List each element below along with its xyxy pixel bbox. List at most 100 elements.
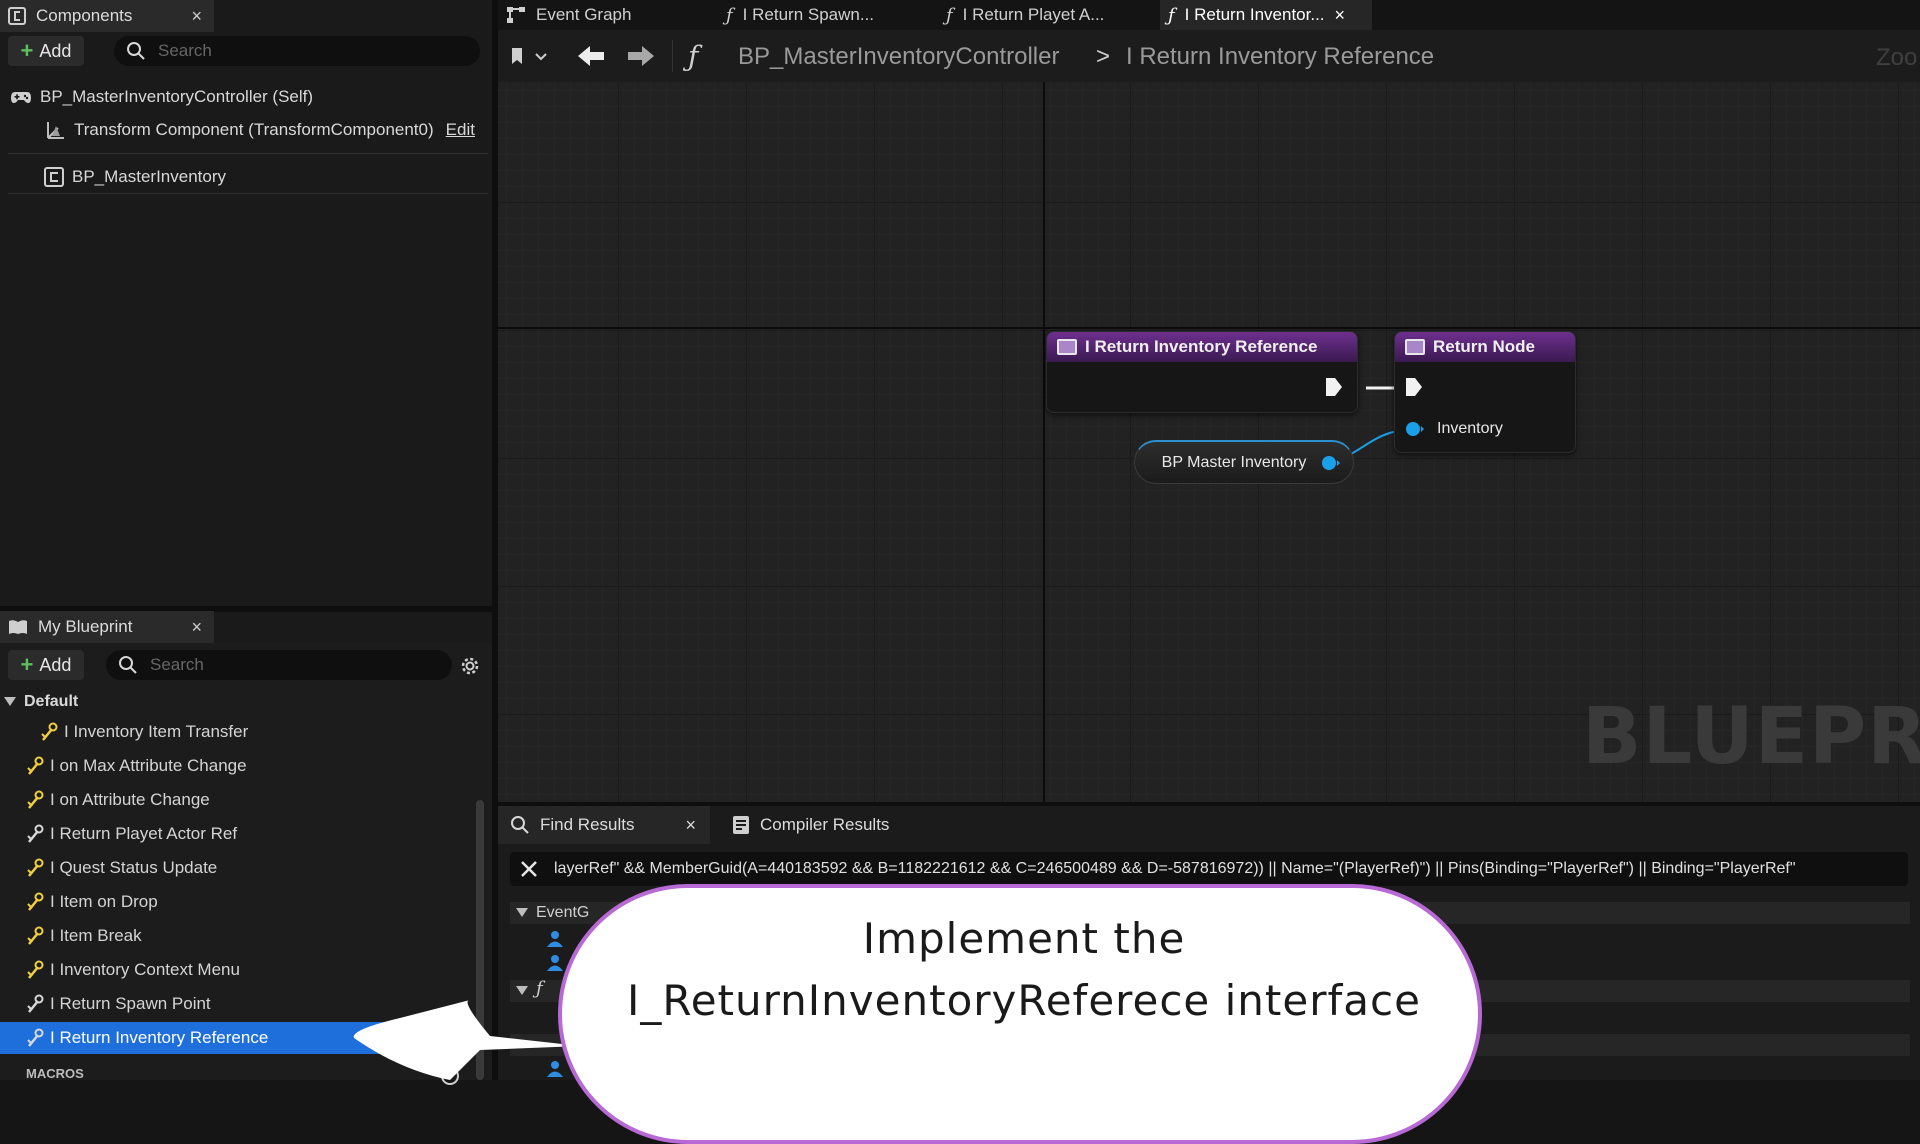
- section-macros[interactable]: MACROS: [26, 1066, 84, 1081]
- search-icon: [126, 41, 146, 61]
- book-icon: [8, 619, 28, 635]
- tab-components[interactable]: Components ×: [0, 0, 214, 32]
- interface-function-icon: [26, 790, 44, 810]
- interface-function-icon: [26, 892, 44, 912]
- interface-item-label: I Return Spawn Point: [50, 994, 211, 1013]
- section-default-label: Default: [24, 693, 79, 710]
- tutorial-callout: Implement the I_ReturnInventoryReferece …: [558, 884, 1482, 1144]
- search-placeholder: Search: [150, 655, 204, 674]
- interface-item-label: I on Attribute Change: [50, 790, 210, 809]
- find-filter-input[interactable]: layerRef" && MemberGuid(A=440183592 && B…: [510, 852, 1908, 886]
- interface-item[interactable]: I Quest Status Update: [0, 852, 470, 884]
- tab-label: I Return Spawn...: [742, 5, 875, 24]
- tab-find-results[interactable]: Find Results ×: [498, 806, 710, 844]
- component-child-label: BP_MasterInventory: [72, 167, 227, 186]
- components-search-input[interactable]: Search: [114, 36, 480, 66]
- function-entry-node[interactable]: I Return Inventory Reference: [1046, 331, 1358, 413]
- tab-compiler-results[interactable]: Compiler Results: [720, 806, 920, 844]
- close-icon[interactable]: ×: [685, 815, 696, 836]
- interface-item-label: I Return Inventory Reference: [50, 1028, 269, 1047]
- tab-label: Event Graph: [536, 5, 632, 24]
- triangle-down-icon: [516, 908, 528, 918]
- blueprint-watermark: BLUEPRIN: [1582, 692, 1920, 782]
- section-default[interactable]: Default: [4, 686, 78, 718]
- component-child[interactable]: BP_MasterInventory: [44, 161, 226, 193]
- tab-components-label: Components: [36, 6, 133, 25]
- tab-event-graph[interactable]: Event Graph: [498, 0, 698, 30]
- interface-item[interactable]: I Inventory Context Menu: [0, 954, 470, 986]
- return-node[interactable]: Return Node Inventory: [1394, 331, 1576, 453]
- function-node-icon: [1405, 339, 1425, 355]
- breadcrumb-root[interactable]: BP_MasterInventoryController: [738, 43, 1059, 71]
- gamepad-icon: [10, 89, 32, 105]
- tab-return-playet[interactable]: ƒ I Return Playet A...: [938, 0, 1138, 30]
- object-in-pin[interactable]: [1405, 421, 1425, 437]
- interface-item-label: I Item Break: [50, 926, 142, 945]
- tab-return-spawn[interactable]: ƒ I Return Spawn...: [718, 0, 918, 30]
- return-node-title: Return Node: [1433, 337, 1535, 356]
- object-out-pin[interactable]: [1321, 455, 1341, 471]
- exec-in-pin[interactable]: [1405, 377, 1423, 397]
- divider: [8, 193, 488, 194]
- components-icon: [8, 7, 26, 25]
- close-icon[interactable]: ×: [191, 617, 202, 638]
- tab-return-inventory[interactable]: ƒ I Return Inventor... ×: [1160, 0, 1372, 30]
- interface-item[interactable]: I Return Playet Actor Ref: [0, 818, 470, 850]
- interface-item-label: I Inventory Context Menu: [50, 960, 240, 979]
- divider: [672, 40, 673, 72]
- exec-out-pin[interactable]: [1325, 377, 1343, 397]
- interface-item[interactable]: I Inventory Item Transfer: [0, 716, 470, 748]
- bookmark-icon[interactable]: [510, 46, 550, 66]
- interface-item[interactable]: I on Max Attribute Change: [0, 750, 470, 782]
- interface-function-icon: [26, 960, 44, 980]
- left-sidebar: Components × + Add Search BP_MasterInven…: [0, 0, 492, 1085]
- tab-label: Find Results: [540, 815, 635, 834]
- zoom-label: Zoo: [1876, 44, 1918, 71]
- interface-item-label: I Quest Status Update: [50, 858, 218, 877]
- get-variable-node[interactable]: BP Master Inventory: [1134, 440, 1354, 484]
- interface-function-icon: [26, 1028, 44, 1048]
- search-icon: [118, 655, 138, 675]
- add-label: Add: [39, 40, 72, 61]
- tab-label: Compiler Results: [760, 815, 890, 834]
- plus-icon: +: [20, 38, 34, 63]
- interface-item[interactable]: I Item on Drop: [0, 886, 470, 918]
- filter-query-text: layerRef" && MemberGuid(A=440183592 && B…: [554, 860, 1796, 877]
- components-add-button[interactable]: + Add: [8, 36, 84, 66]
- search-placeholder: Search: [158, 41, 212, 60]
- function-icon: ƒ: [946, 4, 953, 26]
- interface-item-label: I Item on Drop: [50, 892, 158, 911]
- node-header: I Return Inventory Reference: [1047, 332, 1357, 362]
- interface-item[interactable]: I on Attribute Change: [0, 784, 470, 816]
- component-transform[interactable]: Transform Component (TransformComponent0…: [44, 114, 488, 146]
- component-root[interactable]: BP_MasterInventoryController (Self): [10, 81, 313, 113]
- component-transform-label: Transform Component (TransformComponent0…: [74, 120, 434, 139]
- interface-item-label: I Return Playet Actor Ref: [50, 824, 238, 843]
- blueprint-class-icon: [44, 167, 64, 187]
- tab-my-blueprint-label: My Blueprint: [38, 617, 133, 636]
- interface-item-label: I on Max Attribute Change: [50, 756, 247, 775]
- breadcrumb-current[interactable]: I Return Inventory Reference: [1126, 43, 1434, 71]
- close-icon[interactable]: ×: [1335, 5, 1346, 26]
- tab-my-blueprint[interactable]: My Blueprint ×: [0, 611, 214, 643]
- callout-line-2: I_ReturnInventoryReferece interface: [627, 976, 1421, 1025]
- forward-arrow-icon[interactable]: [626, 44, 656, 68]
- breadcrumb-separator: >: [1096, 43, 1111, 70]
- callout-line-1: Implement the: [862, 914, 1186, 963]
- graph-canvas[interactable]: I Return Inventory Reference Return Node…: [498, 82, 1920, 802]
- compiler-icon: [732, 815, 750, 835]
- my-blueprint-search-input[interactable]: Search: [106, 650, 452, 680]
- plus-icon: +: [20, 652, 34, 677]
- clear-x-icon[interactable]: [520, 860, 538, 878]
- edit-link[interactable]: Edit: [446, 120, 475, 140]
- node-header: Return Node: [1395, 332, 1575, 362]
- my-blueprint-add-button[interactable]: + Add: [8, 650, 84, 680]
- settings-gear-icon[interactable]: [458, 654, 482, 678]
- interface-function-icon: [26, 926, 44, 946]
- return-pin-label: Inventory: [1437, 420, 1503, 437]
- interface-item[interactable]: I Item Break: [0, 920, 470, 952]
- close-icon[interactable]: ×: [191, 6, 202, 27]
- interface-function-icon: [26, 994, 44, 1014]
- back-arrow-icon[interactable]: [576, 44, 606, 68]
- function-icon: ƒ: [726, 4, 733, 26]
